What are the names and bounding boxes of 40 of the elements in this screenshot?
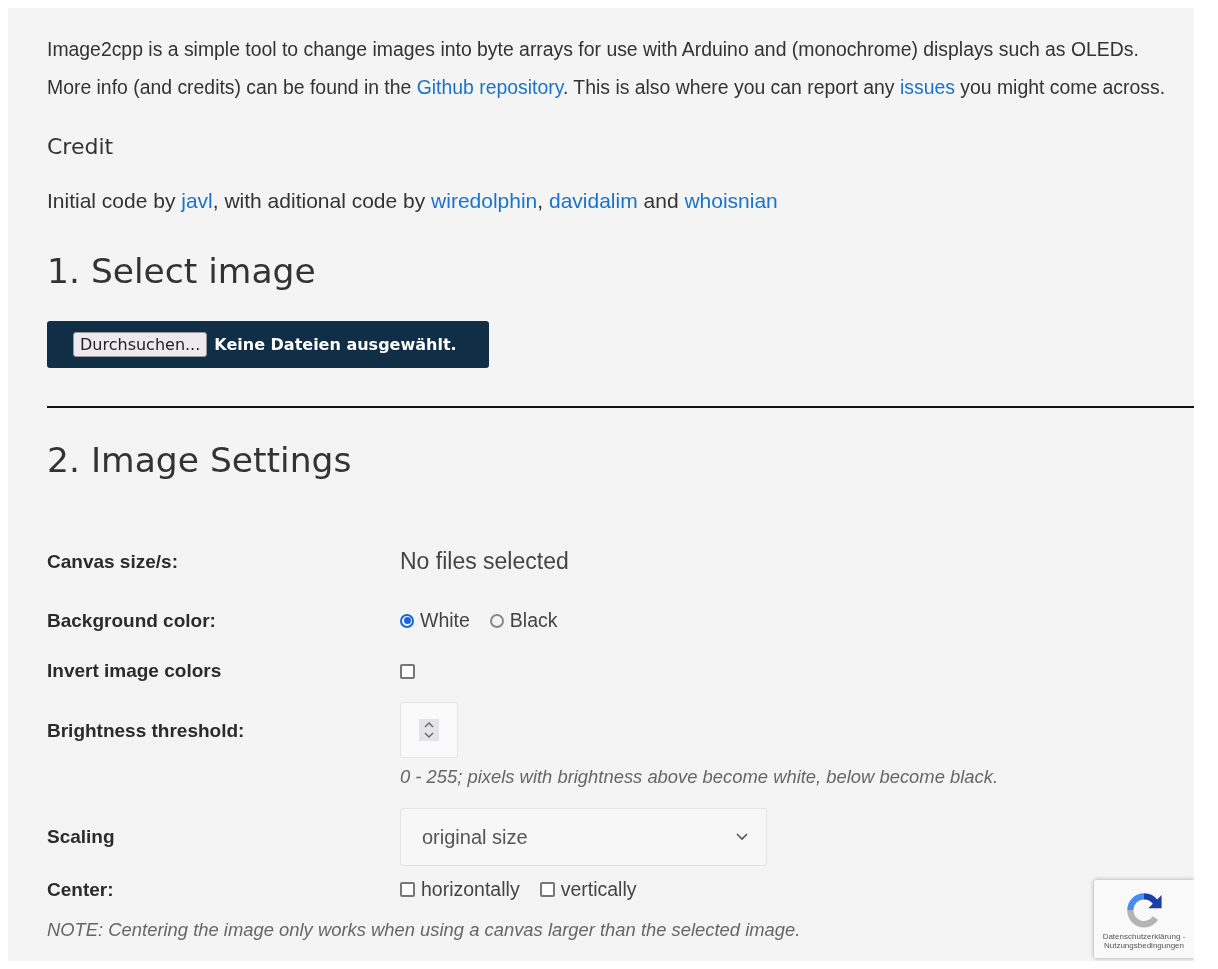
setting-label: Invert image colors (47, 660, 223, 682)
setting-value: No files selected (400, 548, 569, 575)
file-input[interactable]: Durchsuchen... Keine Dateien ausgewählt. (47, 321, 489, 368)
link[interactable]: javl (181, 189, 213, 212)
radio-button[interactable] (400, 613, 414, 628)
intro-text: More info (and credits) can be found in the Github repository. This is also where you can report any issues you might come across. (47, 75, 1167, 100)
checkbox-label: horizontally (421, 878, 520, 901)
recaptcha-text[interactable]: Nutzungsbedingungen (1103, 941, 1185, 950)
link[interactable]: whoisnian (684, 189, 778, 212)
recaptcha-badge[interactable]: Datenschutzerklärung - Nutzungsbedingungen (1094, 880, 1194, 958)
chevron-down-icon[interactable] (736, 833, 748, 841)
checkbox[interactable] (539, 882, 555, 897)
note-text: NOTE: Centering the image only works when using a canvas larger than the selected image. (47, 919, 801, 941)
radio-label: Black (509, 609, 558, 632)
setting-label: Canvas size/s: (47, 550, 179, 573)
link[interactable]: wiredolphin (431, 189, 538, 212)
link[interactable]: issues (899, 76, 955, 98)
section-heading: Credit (47, 134, 115, 159)
hint-text: 0 - 255; pixels with brightness above become white, below become black. (400, 766, 999, 788)
checkbox-label: vertically (560, 878, 637, 901)
setting-label: Center: (47, 878, 115, 901)
file-status: Keine Dateien ausgewählt. (214, 335, 457, 354)
setting-label: Scaling (47, 826, 116, 848)
radio-label: White (420, 609, 470, 632)
recaptcha-text[interactable]: Datenschutzerklärung - (1102, 932, 1186, 941)
scaling-dropdown[interactable]: original size (400, 808, 767, 866)
radio-button[interactable] (489, 613, 504, 628)
checkbox[interactable] (400, 663, 415, 679)
setting-label: Background color: (47, 609, 217, 632)
browse-button[interactable]: Durchsuchen... (73, 332, 208, 357)
credit-text: Initial code by javl, with aditional code by wiredolphin, davidalim and whoisnian (47, 189, 779, 213)
link[interactable]: Github repository (416, 76, 563, 98)
intro-text: Image2cpp is a simple tool to change images into byte arrays for use with Arduino and (monochrome) displays such as OLEDs. (47, 37, 1140, 62)
checkbox[interactable] (400, 882, 415, 897)
section-heading: 1. Select image (47, 251, 317, 291)
section-heading: 2. Image Settings (47, 440, 353, 480)
link[interactable]: davidalim (548, 189, 638, 212)
setting-label: Brightness threshold: (47, 720, 246, 742)
number-field[interactable] (400, 702, 458, 758)
spinner-icon[interactable] (419, 719, 439, 741)
